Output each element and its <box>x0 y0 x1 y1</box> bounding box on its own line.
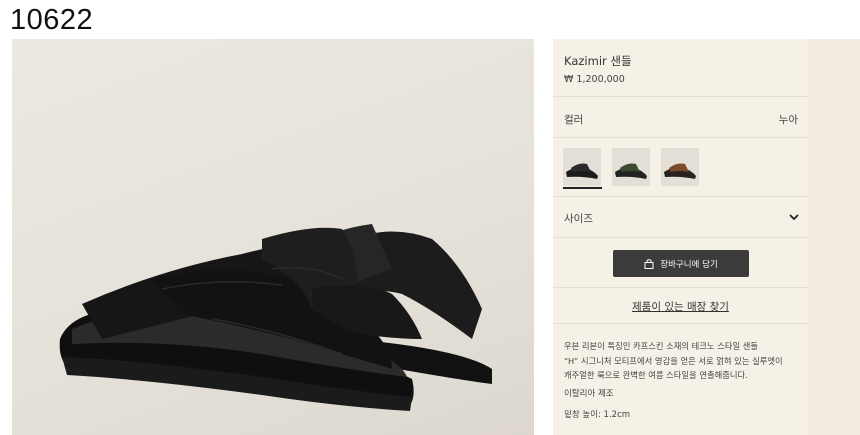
page-id: 10622 <box>10 4 94 36</box>
color-swatch-dark-green[interactable] <box>612 148 650 186</box>
divider <box>553 287 808 288</box>
color-label: 컬러 <box>564 114 584 126</box>
color-value: 누아 <box>778 114 798 126</box>
product-name: Kazimir 샌들 <box>564 54 632 68</box>
color-swatch-black[interactable] <box>563 148 601 186</box>
description-line: 우븐 리본이 특징인 카프스킨 소재의 테크노 스타일 샌들 <box>564 341 759 351</box>
color-swatch-brown[interactable] <box>661 148 699 186</box>
selected-swatch-indicator <box>563 187 602 189</box>
shopping-bag-icon <box>644 258 654 269</box>
right-margin <box>808 39 860 435</box>
description-line: 캐주얼한 룩으로 완벽한 여름 스타일을 연출해줍니다. <box>564 370 748 380</box>
find-store-link[interactable]: 제품이 있는 매장 찾기 <box>553 299 808 314</box>
divider <box>553 96 808 97</box>
description-line: “H” 시그니처 모티프에서 영감을 얻은 서로 얽혀 있는 실루엣이 <box>564 355 783 366</box>
sandal-illustration <box>59 224 492 411</box>
made-in: 이탈리아 제조 <box>564 389 614 399</box>
divider <box>553 323 808 324</box>
divider <box>553 196 808 197</box>
heel-height: 밑창 높이: 1.2cm <box>564 410 631 420</box>
divider <box>553 237 808 238</box>
add-to-cart-button[interactable]: 장바구니에 담기 <box>613 250 749 277</box>
divider <box>553 137 808 138</box>
add-to-cart-label: 장바구니에 담기 <box>660 259 718 270</box>
size-selector[interactable]: 사이즈 <box>564 211 593 226</box>
product-image <box>12 39 534 435</box>
product-price: ₩ 1,200,000 <box>564 74 625 85</box>
chevron-down-icon[interactable] <box>788 211 800 223</box>
product-panel: Kazimir 샌들 ₩ 1,200,000 컬러 누아 사이즈 장바구니에 담… <box>553 39 808 435</box>
product-description: 우븐 리본이 특징인 카프스킨 소재의 테크노 스타일 샌들 “H” 시그니처 … <box>564 339 804 383</box>
